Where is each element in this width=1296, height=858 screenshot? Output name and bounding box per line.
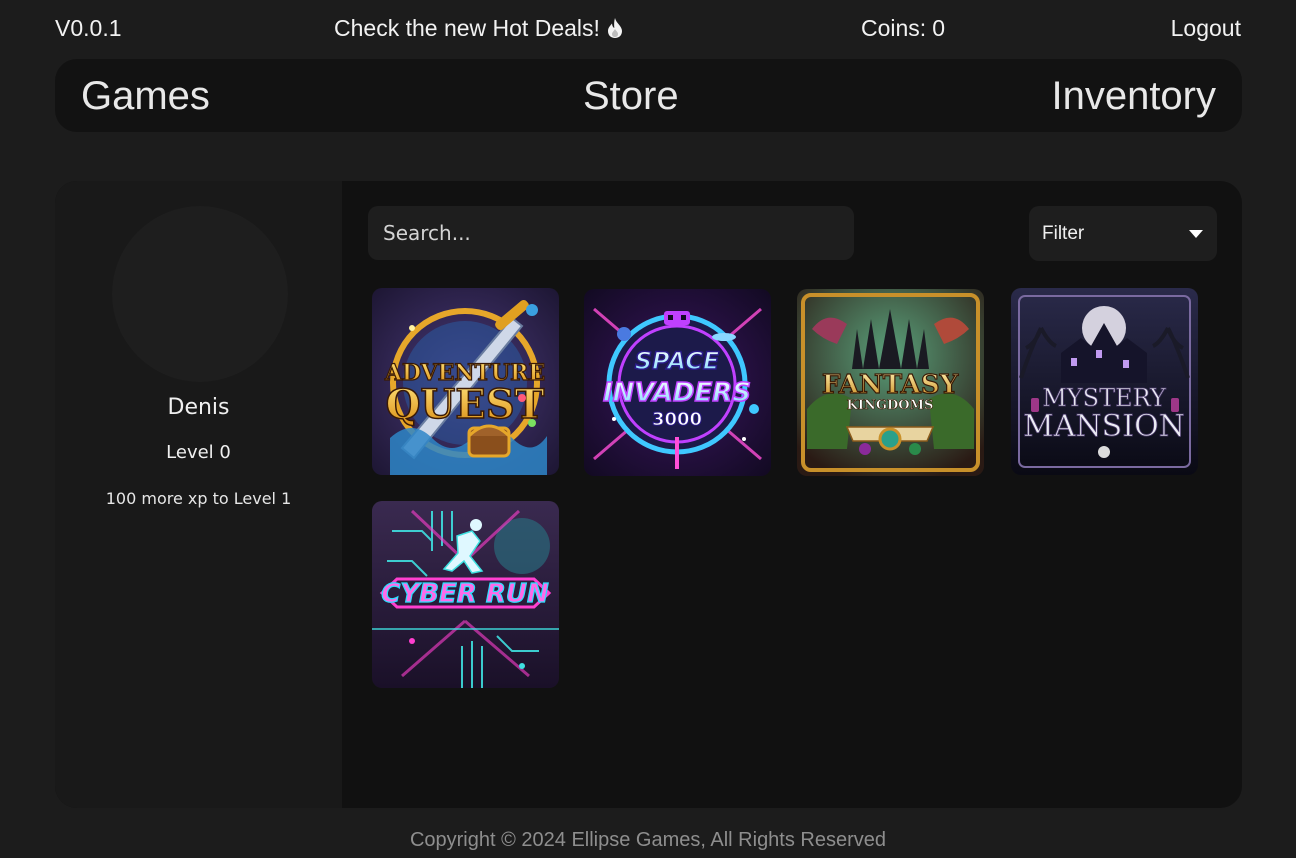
fantasy-kingdoms-title-1: FANTASY [822, 370, 959, 400]
coins-display: Coins: 0 [861, 15, 945, 42]
fantasy-kingdoms-title-2: KINGDOMS [847, 398, 934, 413]
fantasy-kingdoms-cover: FANTASY KINGDOMS [797, 289, 984, 476]
game-tile-adventure-quest[interactable]: ADVENTURE QUEST [372, 288, 559, 475]
space-invaders-title-2: INVADERS [603, 378, 751, 408]
top-bar: V0.0.1 Check the new Hot Deals! Coins: 0 … [0, 0, 1296, 58]
adventure-quest-title-2: QUEST [386, 381, 545, 428]
cyber-run-title: CYBER RUN [381, 579, 549, 609]
games-panel: Denis Level 0 100 more xp to Level 1 Fil… [55, 181, 1242, 808]
coins-label: Coins: [861, 15, 927, 41]
nav-games[interactable]: Games [81, 74, 210, 119]
main-nav: Games Store Inventory [55, 59, 1242, 132]
search-input[interactable] [368, 206, 854, 260]
profile-sidebar: Denis Level 0 100 more xp to Level 1 [55, 181, 342, 808]
filter-select[interactable]: Filter [1029, 206, 1217, 261]
game-tile-cyber-run[interactable]: CYBER RUN [372, 501, 559, 688]
nav-store[interactable]: Store [583, 74, 679, 119]
caret-down-icon [1189, 230, 1203, 238]
coins-value: 0 [932, 15, 945, 41]
mystery-mansion-title-2: MANSION [1023, 409, 1185, 444]
username: Denis [167, 395, 230, 420]
space-invaders-title-3: 3000 [652, 409, 702, 430]
space-invaders-title-1: SPACE [635, 347, 720, 375]
footer-copyright: Copyright © 2024 Ellipse Games, All Righ… [409, 829, 887, 851]
hot-deals-link[interactable]: Check the new Hot Deals! [334, 15, 624, 45]
adventure-quest-cover: ADVENTURE QUEST [372, 288, 559, 475]
mystery-mansion-cover: MYSTERY MANSION [1011, 288, 1198, 475]
version-label: V0.0.1 [55, 15, 122, 41]
hot-deals-text: Check the new Hot Deals! [334, 15, 600, 41]
nav-inventory[interactable]: Inventory [1051, 74, 1216, 119]
game-tile-mystery-mansion[interactable]: MYSTERY MANSION [1011, 288, 1198, 475]
avatar [112, 206, 288, 382]
mystery-mansion-title-1: MYSTERY [1042, 384, 1167, 412]
user-level: Level 0 [166, 442, 231, 463]
filter-label: Filter [1042, 223, 1085, 244]
space-invaders-cover: SPACE INVADERS 3000 [584, 289, 771, 476]
game-tile-fantasy-kingdoms[interactable]: FANTASY KINGDOMS [797, 289, 984, 476]
xp-progress-text: 100 more xp to Level 1 [105, 489, 292, 508]
logout-button[interactable]: Logout [1171, 15, 1241, 42]
cyber-run-cover: CYBER RUN [372, 501, 559, 688]
game-tile-space-invaders[interactable]: SPACE INVADERS 3000 [584, 289, 771, 476]
flame-icon [606, 17, 624, 45]
